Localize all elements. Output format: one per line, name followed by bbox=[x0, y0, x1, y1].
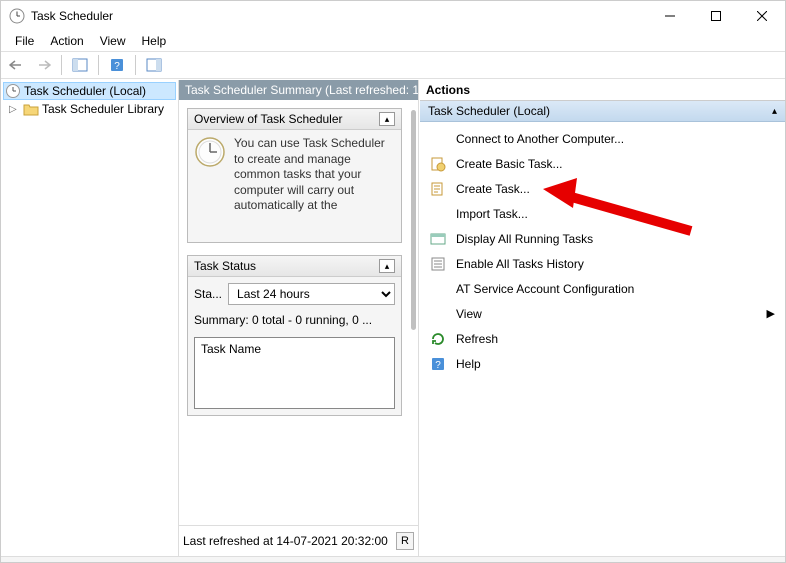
toolbar-divider bbox=[61, 55, 62, 75]
status-range-select[interactable]: Last 24 hours bbox=[228, 283, 395, 305]
menu-help[interactable]: Help bbox=[134, 32, 175, 50]
tree-child-library[interactable]: ▷ Task Scheduler Library bbox=[3, 100, 176, 118]
svg-text:?: ? bbox=[435, 360, 441, 371]
scrollbar-thumb[interactable] bbox=[411, 110, 416, 330]
actions-group-label: Task Scheduler (Local) bbox=[428, 104, 550, 118]
forward-button[interactable] bbox=[31, 54, 55, 76]
history-icon bbox=[430, 256, 446, 272]
close-button[interactable] bbox=[739, 1, 785, 31]
task-status-panel: Task Status ▴ Sta... Last 24 hours Summa… bbox=[187, 255, 402, 416]
menu-file[interactable]: File bbox=[7, 32, 42, 50]
menubar: File Action View Help bbox=[1, 31, 785, 51]
show-hide-action-pane-button[interactable] bbox=[142, 54, 166, 76]
taskname-column-header: Task Name bbox=[201, 342, 261, 356]
window-title: Task Scheduler bbox=[31, 9, 113, 23]
collapse-button[interactable]: ▴ bbox=[379, 112, 395, 126]
titlebar: Task Scheduler bbox=[1, 1, 785, 31]
summary-footer: Last refreshed at 14-07-2021 20:32:00 R bbox=[179, 525, 418, 556]
help-icon: ? bbox=[430, 356, 446, 372]
action-create-task[interactable]: Create Task... bbox=[420, 176, 785, 201]
expand-icon[interactable]: ▷ bbox=[9, 104, 20, 115]
show-hide-console-tree-button[interactable] bbox=[68, 54, 92, 76]
refresh-small-button[interactable]: R bbox=[396, 532, 414, 550]
folder-icon bbox=[23, 101, 39, 117]
action-connect-computer[interactable]: Connect to Another Computer... bbox=[420, 126, 785, 151]
action-import-task[interactable]: Import Task... bbox=[420, 201, 785, 226]
summary-header: Task Scheduler Summary (Last refreshed: … bbox=[179, 80, 418, 100]
submenu-arrow-icon: ▶ bbox=[767, 307, 775, 320]
running-tasks-icon bbox=[430, 231, 446, 247]
task-list[interactable]: Task Name bbox=[194, 337, 395, 409]
overview-title: Overview of Task Scheduler bbox=[194, 112, 343, 126]
app-clock-icon bbox=[9, 8, 25, 24]
toolbar: ? bbox=[1, 51, 785, 79]
minimize-button[interactable] bbox=[647, 1, 693, 31]
action-refresh[interactable]: Refresh bbox=[420, 326, 785, 351]
action-at-service-config[interactable]: AT Service Account Configuration bbox=[420, 276, 785, 301]
help-toolbar-button[interactable]: ? bbox=[105, 54, 129, 76]
blank-icon bbox=[430, 131, 446, 147]
tree-root-task-scheduler-local[interactable]: Task Scheduler (Local) bbox=[3, 82, 176, 100]
actions-pane: Actions Task Scheduler (Local) ▴ Connect… bbox=[419, 80, 785, 556]
action-create-basic-task[interactable]: Create Basic Task... bbox=[420, 151, 785, 176]
maximize-button[interactable] bbox=[693, 1, 739, 31]
actions-header: Actions bbox=[420, 80, 785, 101]
overview-panel: Overview of Task Scheduler ▴ You can use… bbox=[187, 108, 402, 243]
task-icon bbox=[430, 181, 446, 197]
action-help[interactable]: ? Help bbox=[420, 351, 785, 376]
task-status-title: Task Status bbox=[194, 259, 256, 273]
blank-icon bbox=[430, 306, 446, 322]
svg-text:?: ? bbox=[114, 61, 120, 72]
refresh-icon bbox=[430, 331, 446, 347]
last-refreshed-text: Last refreshed at 14-07-2021 20:32:00 bbox=[183, 534, 388, 548]
status-summary: Summary: 0 total - 0 running, 0 ... bbox=[194, 313, 395, 327]
toolbar-divider bbox=[98, 55, 99, 75]
toolbar-divider bbox=[135, 55, 136, 75]
back-button[interactable] bbox=[5, 54, 29, 76]
action-display-running-tasks[interactable]: Display All Running Tasks bbox=[420, 226, 785, 251]
overview-text: You can use Task Scheduler to create and… bbox=[234, 136, 395, 236]
action-view[interactable]: View ▶ bbox=[420, 301, 785, 326]
action-enable-history[interactable]: Enable All Tasks History bbox=[420, 251, 785, 276]
collapse-button[interactable]: ▴ bbox=[379, 259, 395, 273]
statusbar bbox=[1, 556, 785, 562]
clock-icon bbox=[5, 83, 21, 99]
blank-icon bbox=[430, 281, 446, 297]
blank-icon bbox=[430, 206, 446, 222]
overview-clock-icon bbox=[194, 136, 226, 168]
tree-child-label: Task Scheduler Library bbox=[42, 102, 164, 116]
menu-action[interactable]: Action bbox=[42, 32, 91, 50]
task-wizard-icon bbox=[430, 156, 446, 172]
status-label: Sta... bbox=[194, 287, 222, 301]
tree-root-label: Task Scheduler (Local) bbox=[24, 84, 146, 98]
console-tree-pane: Task Scheduler (Local) ▷ Task Scheduler … bbox=[1, 80, 179, 556]
collapse-arrow-icon: ▴ bbox=[772, 106, 777, 117]
actions-group-header[interactable]: Task Scheduler (Local) ▴ bbox=[420, 101, 785, 122]
menu-view[interactable]: View bbox=[92, 32, 134, 50]
summary-pane: Task Scheduler Summary (Last refreshed: … bbox=[179, 80, 419, 556]
